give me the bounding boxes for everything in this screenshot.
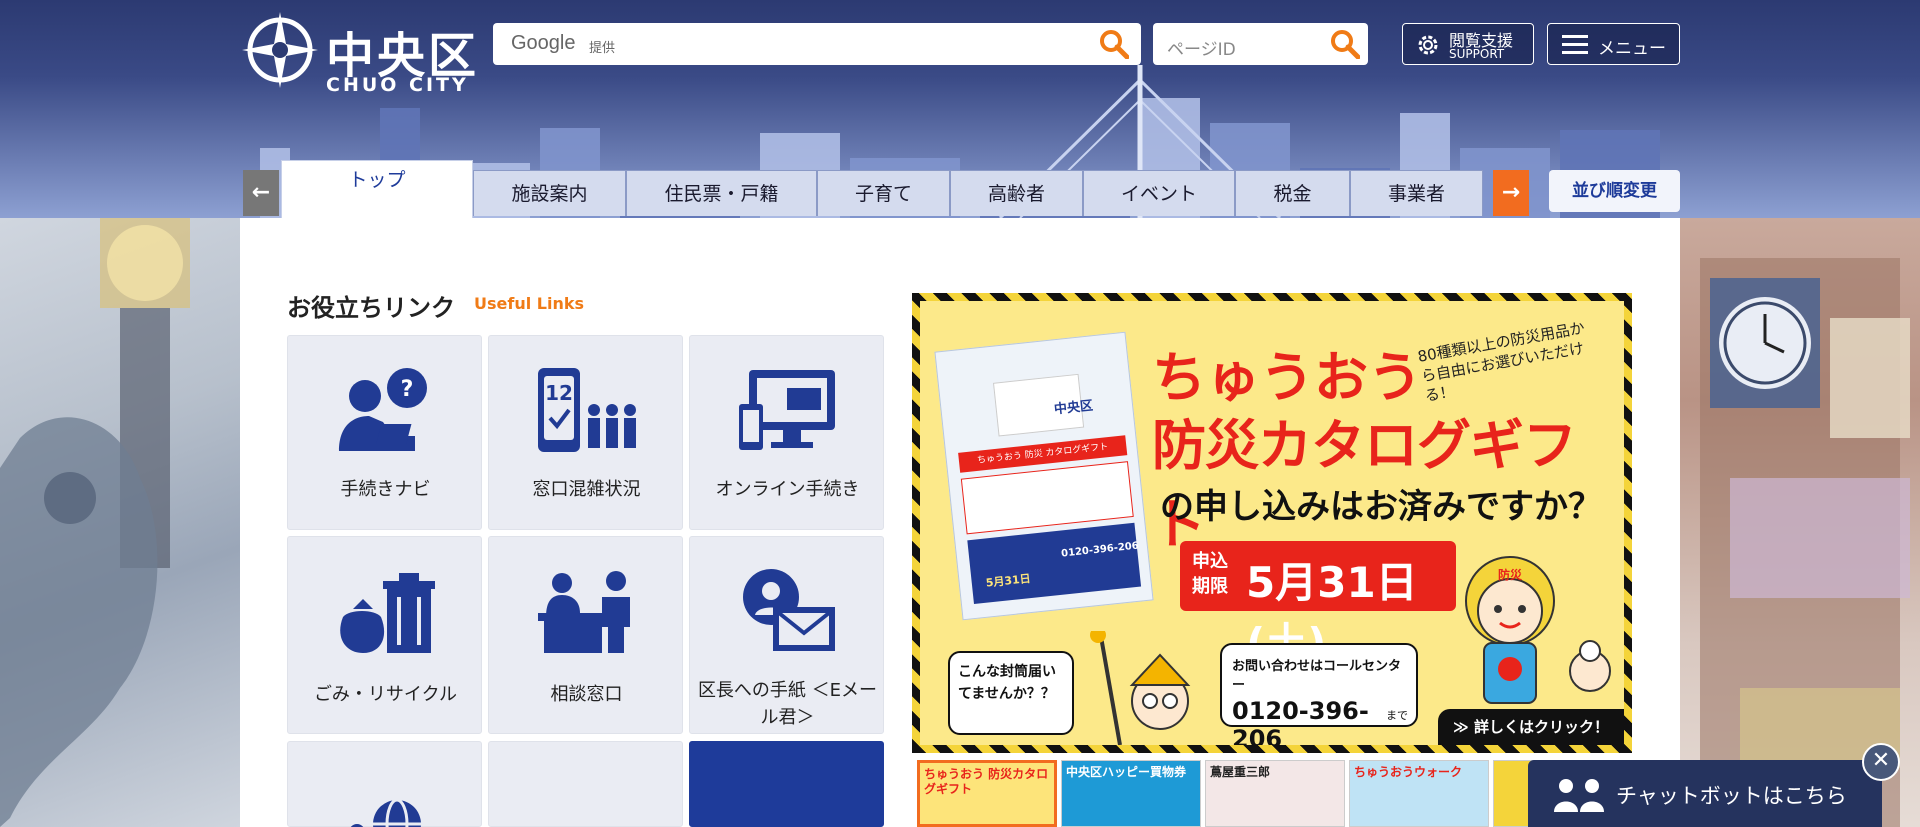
site-header: 中央区 CHUO CITY Google 提供 ページID 閲覧支援 SUPPO…: [0, 0, 1920, 218]
useful-links-title: お役立ちリンク: [287, 294, 455, 322]
thumbnail-text: ちゅうおうウォーク: [1354, 765, 1463, 779]
contact-speech-bubble: お問い合わせはコールセンター 0120-396-206 まで: [1220, 643, 1418, 745]
tab-elderly[interactable]: 高齢者: [950, 170, 1083, 216]
envelope-illustration: 中央区 ちゅうおう 防災 カタログギフト 0120-396-206 5月31日: [934, 331, 1154, 621]
link-label: ごみ・リサイクル: [313, 684, 458, 705]
thumbnail-text: 蔦屋重三郎: [1210, 765, 1271, 779]
reorder-tabs-button[interactable]: 並び順変更: [1549, 170, 1680, 212]
left-background-photo: [0, 218, 240, 827]
char-label: 防災: [1498, 567, 1523, 582]
page-id-search[interactable]: ページID: [1153, 23, 1368, 65]
chatbot-label: チャットボットはこちら: [1616, 784, 1847, 808]
svg-text:?: ?: [401, 377, 414, 402]
tab-facilities[interactable]: 施設案内: [473, 170, 626, 216]
chatbot-close-button[interactable]: ✕: [1862, 743, 1900, 781]
menu-button[interactable]: メニュー: [1547, 23, 1680, 65]
link-tile-garbage-recycle[interactable]: ごみ・リサイクル: [287, 536, 482, 734]
chuo-city-emblem-icon: [242, 12, 318, 88]
link-label: 手続きナビ: [340, 479, 431, 500]
tab-events[interactable]: イベント: [1083, 170, 1235, 216]
right-background-photo: [1680, 218, 1920, 827]
logo-subtitle: CHUO CITY: [326, 74, 469, 96]
search-icon[interactable]: [1099, 29, 1129, 59]
tab-top[interactable]: トップ: [281, 160, 473, 218]
google-search-box[interactable]: Google 提供: [493, 23, 1141, 65]
tabs-scroll-left-button[interactable]: ←: [243, 170, 279, 216]
globe-person-icon: [350, 798, 421, 827]
professor-character-icon: [1090, 631, 1191, 745]
page-id-placeholder: ページID: [1167, 40, 1236, 60]
tabs-scroll-right-button[interactable]: →: [1493, 170, 1529, 216]
tab-resident-registry[interactable]: 住民票・戸籍: [626, 170, 817, 216]
site-logo[interactable]: 中央区 CHUO CITY: [240, 10, 490, 96]
trash-bag-icon: [340, 573, 435, 653]
chatbot-launcher[interactable]: チャットボットはこちら: [1528, 760, 1882, 827]
deadline-badge: 申込期限 5月31日(土): [1180, 541, 1456, 668]
contact-number: 0120-396-206: [1232, 697, 1369, 745]
link-label: 窓口混雑状況: [532, 479, 641, 500]
link-label: 区長への手紙 ＜Eメール君＞: [697, 680, 878, 728]
person-question-icon: ?: [339, 368, 427, 451]
banner-thumbnail[interactable]: ちゅうおうウォーク: [1349, 760, 1489, 827]
tab-business[interactable]: 事業者: [1350, 170, 1483, 216]
search-provider-label: Google: [511, 32, 576, 54]
main-content: お役立ちリンク Useful Links ? 手続きナビ 12 窓口混雑状況 オ…: [240, 218, 1680, 827]
link-tile-online-procedures[interactable]: オンライン手続き: [689, 335, 884, 530]
contact-label: お問い合わせはコールセンター: [1232, 659, 1402, 693]
chatbot-people-icon: [1554, 779, 1604, 812]
card-logo: 中央区: [1053, 398, 1094, 418]
useful-links-subtitle: Useful Links: [474, 294, 585, 313]
link-tile-letter-to-mayor[interactable]: 区長への手紙 ＜Eメール君＞: [689, 536, 884, 734]
search-provided-label: 提供: [589, 41, 616, 56]
consultation-counter-icon: [538, 571, 630, 653]
banner-details-link[interactable]: ≫ 詳しくはクリック！: [1438, 709, 1624, 745]
link-tile-counter-status[interactable]: 12 窓口混雑状況: [488, 335, 683, 530]
computer-phone-icon: [739, 370, 835, 450]
envelope-speech-bubble: こんな封筒届いてませんか？？: [948, 651, 1074, 735]
svg-text:12: 12: [545, 381, 573, 405]
link-label: オンライン手続き: [715, 479, 860, 500]
link-tile-procedure-navi[interactable]: ? 手続きナビ: [287, 335, 482, 530]
accessibility-support-button[interactable]: 閲覧支援 SUPPORT: [1402, 23, 1534, 65]
disaster-catalog-gift-banner[interactable]: 中央区 ちゅうおう 防災 カタログギフト 0120-396-206 5月31日 …: [912, 293, 1632, 753]
thumbnail-text: ちゅうおう 防災カタログギフト: [924, 767, 1049, 796]
hamburger-icon: [1562, 35, 1588, 54]
link-tile-featured[interactable]: [689, 741, 884, 827]
tab-taxes[interactable]: 税金: [1235, 170, 1350, 216]
banner-thumbnails: ちゅうおう 防災カタログギフト 中央区ハッピー買物券 蔦屋重三郎 ちゅうおうウォ…: [917, 760, 1632, 827]
link-tile-facility[interactable]: [488, 741, 683, 827]
contact-suffix: まで: [1386, 709, 1408, 722]
tab-childcare[interactable]: 子育て: [817, 170, 950, 216]
page-id-search-icon[interactable]: [1330, 29, 1360, 59]
banner-headline-3: の申し込みはお済みですか？: [1160, 487, 1602, 527]
link-tile-consultation[interactable]: 相談窓口: [488, 536, 683, 734]
link-tile-foreign-language[interactable]: [287, 741, 482, 827]
girl-character-icon: 防災: [1465, 556, 1611, 704]
banner-thumbnail[interactable]: ちゅうおう 防災カタログギフト: [917, 760, 1057, 827]
queue-number-icon: 12: [538, 368, 636, 452]
deadline-label: 申込期限: [1192, 551, 1228, 597]
menu-button-label: メニュー: [1598, 39, 1666, 59]
thumbnail-text: 中央区ハッピー買物券: [1066, 765, 1187, 779]
dome-icon: [536, 772, 636, 827]
gear-icon: [1418, 35, 1438, 55]
link-label: 相談窓口: [550, 684, 623, 705]
support-button-sub: SUPPORT: [1449, 47, 1505, 61]
category-tabs: ← トップ 施設案内 住民票・戸籍 子育て 高齢者 イベント 税金 事業者 → …: [0, 160, 1920, 218]
person-mail-icon: [743, 569, 835, 651]
banner-thumbnail[interactable]: 中央区ハッピー買物券: [1061, 760, 1201, 827]
banner-thumbnail[interactable]: 蔦屋重三郎: [1205, 760, 1345, 827]
banner-note: 80種類以上の防災用品から自由にお選びいただける！: [1416, 318, 1586, 406]
